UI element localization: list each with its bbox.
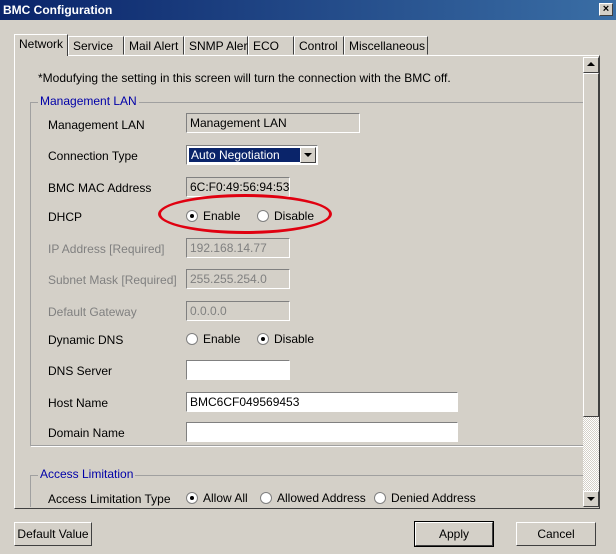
tab-service[interactable]: Service [68,36,124,55]
dns-server-input[interactable] [186,360,290,380]
scroll-thumb[interactable] [583,73,599,417]
management-lan-title: Management LAN [38,94,139,108]
dhcp-enable-radio[interactable]: Enable [186,209,240,223]
scroll-down-icon[interactable] [583,491,599,507]
subnet-mask-input: 255.255.254.0 [186,269,290,289]
ddns-enable-radio[interactable]: Enable [186,332,240,346]
radio-unselected-icon [374,492,386,504]
dhcp-enable-label: Enable [203,209,241,223]
apply-button[interactable]: Apply [414,521,494,547]
host-name-input[interactable]: BMC6CF049569453 [186,392,458,412]
dynamic-dns-label: Dynamic DNS [48,333,124,347]
vertical-scrollbar[interactable] [583,57,599,507]
dhcp-label: DHCP [48,210,83,224]
allowed-address-label: Allowed Address [277,491,366,505]
management-lan-label: Management LAN [48,118,145,132]
notice-text: *Modufying the setting in this screen wi… [38,71,451,85]
allow-all-radio[interactable]: Allow All [186,491,248,505]
default-gateway-label: Default Gateway [48,305,137,319]
radio-selected-icon [257,333,269,345]
bmc-mac-value: 6C:F0:49:56:94:53 [186,177,290,197]
bmc-mac-label: BMC MAC Address [48,181,152,195]
ip-address-input: 192.168.14.77 [186,238,290,258]
dhcp-disable-radio[interactable]: Disable [257,209,314,223]
chevron-down-icon[interactable] [300,147,316,163]
radio-unselected-icon [186,333,198,345]
ddns-disable-label: Disable [274,332,315,346]
connection-type-label: Connection Type [48,149,138,163]
allow-all-label: Allow All [203,491,248,505]
denied-address-radio[interactable]: Denied Address [374,491,476,505]
dhcp-disable-label: Disable [274,209,315,223]
title-bar: BMC Configuration × [0,0,616,20]
radio-unselected-icon [260,492,272,504]
connection-type-value: Auto Negotiation [189,148,300,162]
window-title: BMC Configuration [3,3,113,17]
domain-name-input[interactable] [186,422,458,442]
denied-address-label: Denied Address [391,491,476,505]
radio-unselected-icon [257,210,269,222]
scroll-up-icon[interactable] [583,57,599,73]
default-gateway-input: 0.0.0.0 [186,301,290,321]
cancel-button[interactable]: Cancel [516,522,596,546]
ddns-disable-radio[interactable]: Disable [257,332,314,346]
radio-selected-icon [186,492,198,504]
tab-mail-alert[interactable]: Mail Alert [124,36,184,55]
domain-name-label: Domain Name [48,426,125,440]
radio-selected-icon [186,210,198,222]
tab-snmp-alert[interactable]: SNMP Alert [184,36,251,55]
tab-miscellaneous[interactable]: Miscellaneous [344,36,428,55]
tab-eco[interactable]: ECO [248,36,294,55]
tab-network[interactable]: Network [14,34,68,56]
host-name-label: Host Name [48,396,109,410]
access-limitation-type-label: Access Limitation Type [48,492,171,506]
connection-type-select[interactable]: Auto Negotiation [186,145,318,165]
scroll-viewport: *Modufying the setting in this screen wi… [16,57,583,507]
ddns-enable-label: Enable [203,332,241,346]
subnet-mask-label: Subnet Mask [Required] [48,273,177,287]
default-value-button[interactable]: Default Value [14,522,92,546]
ip-address-label: IP Address [Required] [48,242,165,256]
dns-server-label: DNS Server [48,364,113,378]
access-limitation-title: Access Limitation [38,467,136,481]
management-lan-value: Management LAN [186,113,360,133]
tab-control[interactable]: Control [294,36,344,55]
tab-panel-network: *Modufying the setting in this screen wi… [14,55,600,509]
close-button[interactable]: × [599,3,613,16]
allowed-address-radio[interactable]: Allowed Address [260,491,366,505]
